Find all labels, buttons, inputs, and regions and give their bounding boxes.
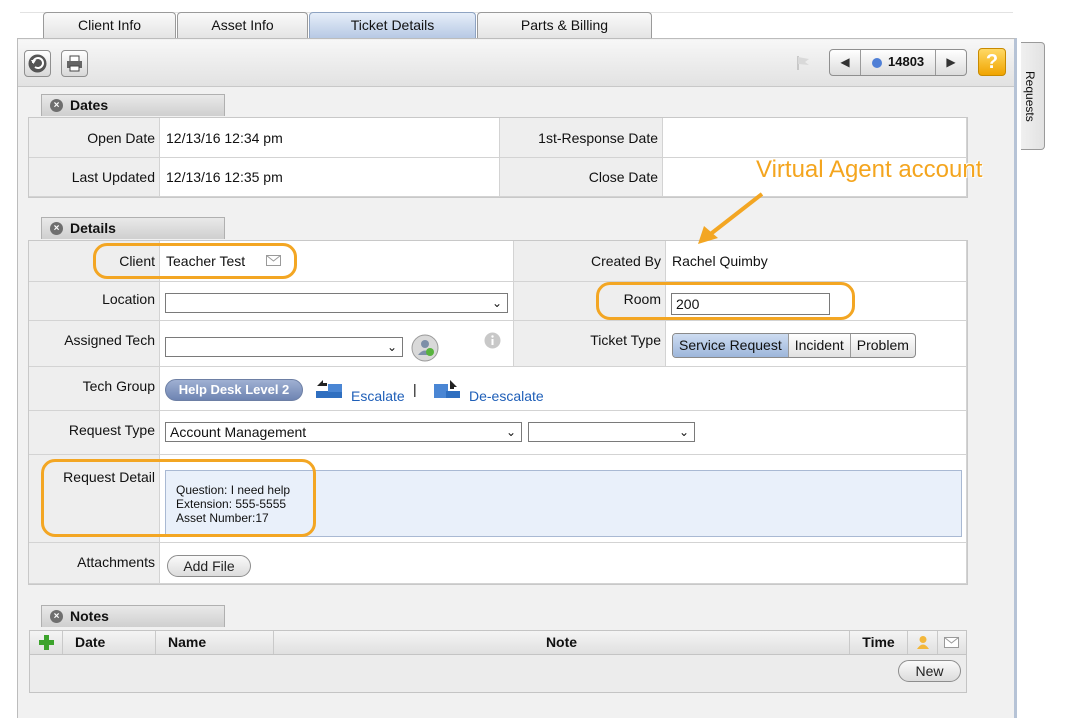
client-label: Client — [29, 241, 160, 282]
chevron-down-icon: ⌄ — [505, 425, 516, 439]
room-label: Room — [514, 282, 666, 321]
notes-section-title: Notes — [70, 608, 109, 624]
tab-asset-info[interactable]: Asset Info — [177, 12, 308, 38]
chevron-down-icon: ⌄ — [386, 340, 397, 354]
open-date-value: 12/13/16 12:34 pm — [160, 118, 500, 158]
de-escalate-icon[interactable] — [432, 377, 462, 399]
tab-parts-billing[interactable]: Parts & Billing — [477, 12, 652, 38]
request-detail-cell: Question: I need help Extension: 555-555… — [160, 455, 967, 543]
status-dot-icon — [872, 58, 882, 68]
details-section-header[interactable]: × Details — [41, 217, 225, 239]
tech-group-label: Tech Group — [29, 367, 160, 411]
request-detail-line: Extension: 555-5555 — [176, 497, 287, 511]
email-icon[interactable] — [266, 255, 281, 266]
request-detail-label: Request Detail — [29, 455, 160, 543]
add-note-cell — [30, 631, 63, 654]
notes-section-header[interactable]: × Notes — [41, 605, 225, 627]
assign-tech-icon[interactable] — [411, 334, 439, 362]
previous-ticket-button[interactable]: ◀ — [830, 50, 860, 75]
notes-col-tech — [908, 631, 938, 654]
tab-client-info[interactable]: Client Info — [43, 12, 176, 38]
ticket-type-incident[interactable]: Incident — [789, 334, 851, 357]
details-grid: Client Teacher Test Created By Rachel Qu… — [28, 240, 968, 585]
plus-icon[interactable] — [38, 634, 55, 651]
request-subtype-select[interactable]: ⌄ — [528, 422, 695, 442]
chevron-down-icon: ⌄ — [491, 296, 502, 310]
assigned-tech-label: Assigned Tech — [29, 321, 160, 367]
location-select[interactable]: ⌄ — [165, 293, 508, 313]
first-response-label: 1st-Response Date — [500, 118, 663, 158]
requests-side-tab[interactable]: Requests — [1021, 42, 1045, 150]
request-type-cell: Account Management ⌄ ⌄ — [160, 411, 967, 455]
collapse-icon[interactable]: × — [50, 610, 63, 623]
collapse-icon[interactable]: × — [50, 99, 63, 112]
request-type-selected: Account Management — [170, 424, 307, 440]
location-cell: ⌄ — [160, 282, 514, 321]
client-cell: Teacher Test — [160, 241, 514, 282]
dates-section-title: Dates — [70, 97, 109, 113]
requests-side-tab-label: Requests — [1023, 71, 1037, 122]
request-type-label: Request Type — [29, 411, 160, 455]
nav-divider — [860, 50, 861, 75]
back-circle-icon — [28, 54, 47, 73]
collapse-icon[interactable]: × — [50, 222, 63, 235]
ticket-type-label: Ticket Type — [514, 321, 666, 367]
ticket-type-cell: Service Request Incident Problem — [666, 321, 967, 367]
ticket-type-problem[interactable]: Problem — [851, 334, 915, 357]
ticket-navigator: ◀ 14803 ▶ — [829, 49, 967, 76]
add-file-button[interactable]: Add File — [167, 555, 251, 577]
request-detail-line: Question: I need help — [176, 483, 291, 497]
location-label: Location — [29, 282, 160, 321]
print-button[interactable] — [61, 50, 88, 77]
de-escalate-link[interactable]: De-escalate — [469, 388, 544, 404]
attachments-cell: Add File — [160, 543, 967, 584]
new-note-button[interactable]: New — [898, 660, 961, 682]
email-icon — [944, 637, 959, 648]
flag-icon[interactable] — [794, 54, 814, 72]
ticket-number: 14803 — [888, 54, 925, 69]
annotation-arrow-icon — [698, 192, 764, 244]
dates-section-header[interactable]: × Dates — [41, 94, 225, 116]
first-response-value — [663, 118, 967, 158]
notes-col-date[interactable]: Date — [63, 631, 156, 654]
chevron-down-icon: ⌄ — [678, 425, 689, 439]
next-ticket-button[interactable]: ▶ — [936, 50, 966, 75]
ticket-type-segmented-control: Service Request Incident Problem — [672, 333, 916, 358]
notes-table-header: Date Name Note Time — [29, 630, 967, 655]
info-icon[interactable] — [484, 332, 501, 349]
last-updated-value: 12/13/16 12:35 pm — [160, 158, 500, 197]
tech-group-cell: Help Desk Level 2 Escalate | De-escalate — [160, 367, 967, 411]
escalate-icon[interactable] — [314, 377, 344, 399]
notes-col-email — [938, 631, 966, 654]
assigned-tech-cell: ⌄ — [160, 321, 514, 367]
request-detail-line: Asset Number:17 — [176, 511, 269, 525]
notes-col-time[interactable]: Time — [850, 631, 908, 654]
ticket-type-service-request[interactable]: Service Request — [673, 334, 789, 357]
details-section-title: Details — [70, 220, 116, 236]
notes-table-body: New — [29, 655, 967, 693]
room-input[interactable]: 200 — [671, 293, 830, 315]
notes-col-note[interactable]: Note — [274, 631, 850, 654]
open-date-label: Open Date — [29, 118, 160, 158]
link-separator: | — [413, 381, 417, 397]
tech-group-badge[interactable]: Help Desk Level 2 — [165, 379, 303, 401]
printer-icon — [67, 55, 82, 72]
close-date-label: Close Date — [500, 158, 663, 197]
room-cell: 200 — [666, 282, 967, 321]
back-button[interactable] — [24, 50, 51, 77]
notes-col-name[interactable]: Name — [156, 631, 274, 654]
user-icon — [917, 636, 929, 649]
escalate-link[interactable]: Escalate — [351, 388, 405, 404]
request-type-select[interactable]: Account Management ⌄ — [165, 422, 522, 442]
help-icon: ? — [985, 51, 999, 73]
virtual-agent-annotation: Virtual Agent account — [756, 156, 983, 183]
assigned-tech-select[interactable]: ⌄ — [165, 337, 403, 357]
request-detail-textarea[interactable]: Question: I need help Extension: 555-555… — [165, 470, 962, 537]
client-value[interactable]: Teacher Test — [166, 253, 245, 269]
created-by-label: Created By — [514, 241, 666, 282]
attachments-label: Attachments — [29, 543, 160, 584]
help-button[interactable]: ? — [978, 48, 1006, 76]
last-updated-label: Last Updated — [29, 158, 160, 197]
tab-ticket-details[interactable]: Ticket Details — [309, 12, 476, 38]
